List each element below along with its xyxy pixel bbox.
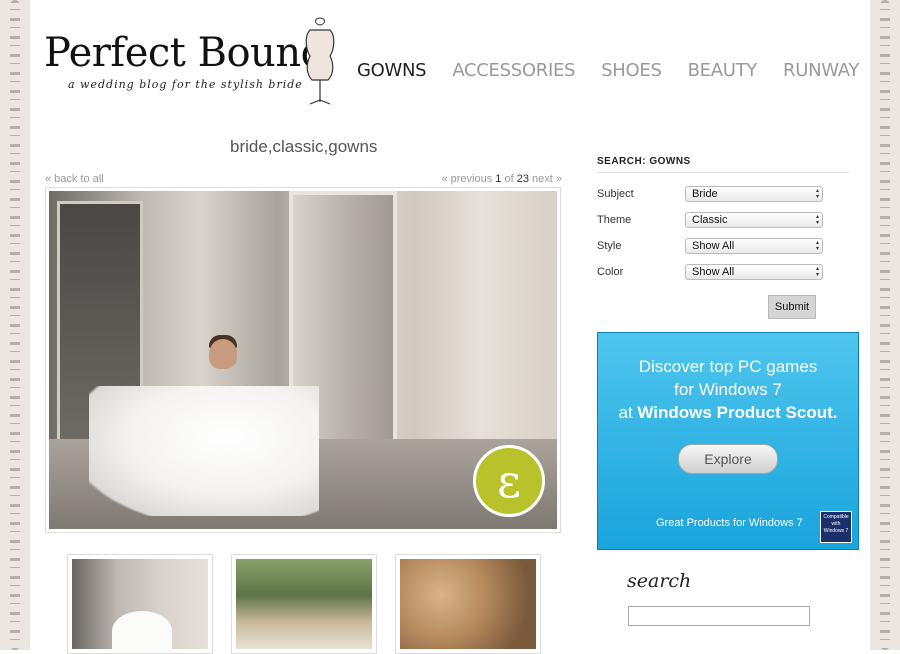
post-tags[interactable]: bride,classic,gowns xyxy=(230,137,377,157)
filter-row-style: Style Show All xyxy=(597,233,849,259)
windows-badge-icon: Compatible with Windows 7 xyxy=(820,511,852,543)
logo-tagline: a wedding blog for the stylish bride xyxy=(68,78,303,91)
thumbnail[interactable] xyxy=(395,554,541,654)
page: Perfect Bound a wedding blog for the sty… xyxy=(30,0,870,654)
search-panel-heading: SEARCH: GOWNS xyxy=(597,156,849,173)
filter-label: Color xyxy=(597,266,624,278)
search-panel: SEARCH: GOWNS Subject Bride Theme Classi… xyxy=(597,156,849,319)
dress-form-icon xyxy=(305,17,335,105)
thumbnail[interactable] xyxy=(67,554,213,654)
pager-current: 1 xyxy=(495,173,502,185)
submit-button[interactable]: Submit xyxy=(768,295,816,319)
nav-shoes[interactable]: SHOES xyxy=(601,60,662,81)
ad-line: for Windows 7 xyxy=(674,380,782,399)
pager-of: of xyxy=(504,173,514,185)
main-nav: GOWNS ACCESSORIES SHOES BEAUTY RUNWAY xyxy=(357,60,885,81)
nav-gowns[interactable]: GOWNS xyxy=(357,60,427,81)
ad-line: at Windows Product Scout. xyxy=(618,403,838,422)
nav-beauty[interactable]: BEAUTY xyxy=(688,60,758,81)
style-select[interactable]: Show All xyxy=(685,238,823,254)
ad-banner[interactable]: Discover top PC games for Windows 7 at W… xyxy=(597,332,859,550)
thumbnail[interactable] xyxy=(231,554,377,654)
nav-runway[interactable]: RUNWAY xyxy=(783,60,859,81)
main-photo: ε xyxy=(49,191,557,529)
pager: « previous 1 of 23 next » xyxy=(441,173,562,185)
back-to-all-link[interactable]: « back to all xyxy=(45,173,104,185)
main-photo-frame[interactable]: ε xyxy=(45,187,561,533)
pager-total: 23 xyxy=(516,173,529,185)
filter-row-color: Color Show All xyxy=(597,259,849,285)
filter-row-theme: Theme Classic xyxy=(597,207,849,233)
ad-explore-button[interactable]: Explore xyxy=(678,444,778,474)
decorative-border-right xyxy=(870,0,900,650)
site-logo[interactable]: Perfect Bound a wedding blog for the sty… xyxy=(44,30,326,91)
photographer-logo: ε xyxy=(473,445,545,517)
filter-label: Subject xyxy=(597,188,634,200)
nav-accessories[interactable]: ACCESSORIES xyxy=(452,60,575,81)
ad-line: Discover top PC games xyxy=(638,357,818,376)
next-link[interactable]: next » xyxy=(532,173,562,185)
previous-link[interactable]: « previous xyxy=(441,173,492,185)
filter-label: Style xyxy=(597,240,622,252)
subject-select[interactable]: Bride xyxy=(685,186,823,202)
thumbnail-strip xyxy=(67,554,541,654)
site-search-label: search xyxy=(627,570,692,592)
logo-title: Perfect Bound xyxy=(44,30,326,76)
site-search-input[interactable] xyxy=(628,606,810,626)
decorative-border-left xyxy=(0,0,30,650)
filter-row-subject: Subject Bride xyxy=(597,181,849,207)
theme-select[interactable]: Classic xyxy=(685,212,823,228)
color-select[interactable]: Show All xyxy=(685,264,823,280)
ad-footer: Great Products for Windows 7 xyxy=(656,517,803,529)
filter-label: Theme xyxy=(597,214,632,226)
